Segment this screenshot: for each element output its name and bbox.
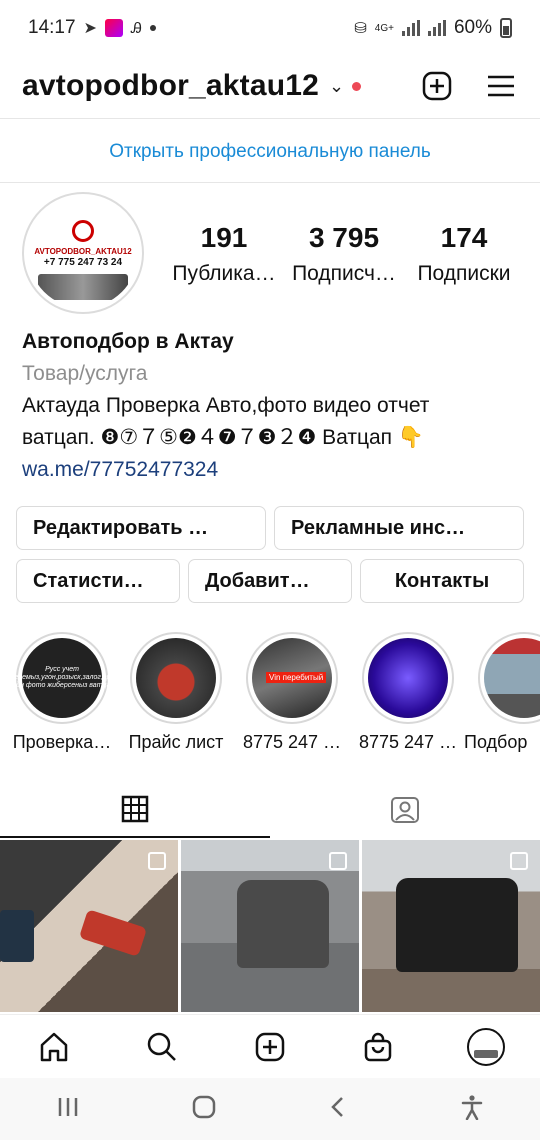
- bio-link[interactable]: wa.me/77752477324: [22, 454, 522, 486]
- post-image-suv: [396, 878, 518, 972]
- home-button-icon[interactable]: [192, 1095, 216, 1124]
- stat-posts-label: Публика…: [172, 262, 276, 285]
- professional-dashboard-link[interactable]: Открыть профессиональную панель: [0, 128, 540, 176]
- story-highlight[interactable]: Vin перебитый 8775 247 …: [243, 632, 341, 752]
- highlight-cover: [484, 638, 540, 718]
- stat-following-count: 174: [440, 222, 488, 253]
- post-image-gauge: [78, 909, 148, 957]
- header-divider: [0, 118, 540, 119]
- highlight-cover: [136, 638, 216, 718]
- bio-line-1: Актауда Проверка Авто,фото видео отчет: [22, 394, 430, 417]
- lock-icon: ⛁: [354, 20, 367, 37]
- bio-category[interactable]: Товар/услуга: [22, 358, 522, 390]
- stat-posts[interactable]: 191 Публика…: [164, 222, 284, 286]
- stat-followers[interactable]: 3 795 Подписч…: [284, 222, 404, 286]
- carousel-icon: [329, 852, 347, 870]
- stat-posts-count: 191: [200, 222, 248, 253]
- active-tab-indicator: [0, 836, 270, 838]
- profile-stats: 191 Публика… 3 795 Подписч… 174 Подписки: [164, 222, 524, 286]
- battery-icon: [500, 18, 512, 38]
- avatar-line-2: +7 775 247 73 24: [43, 257, 123, 268]
- download-app-icon: [104, 19, 123, 37]
- post-thumbnail[interactable]: [181, 840, 359, 1012]
- status-bar: 14:17 ➤ Ꭿ ⛁ 4G+ 60%: [0, 0, 540, 56]
- carousel-icon: [148, 852, 166, 870]
- system-navigation-bar: [0, 1078, 540, 1140]
- avatar-cars-image: [38, 274, 128, 300]
- stat-followers-label: Подписч…: [292, 262, 396, 285]
- network-type: 4G+: [374, 22, 394, 34]
- back-icon[interactable]: [328, 1095, 348, 1124]
- signal-icon-2: [427, 20, 446, 36]
- accessibility-icon[interactable]: [460, 1094, 484, 1125]
- post-image-car: [237, 880, 329, 968]
- bio-name: Автоподбор в Актау: [22, 330, 234, 353]
- story-highlight[interactable]: Прайс лист: [129, 632, 223, 752]
- post-thumbnail[interactable]: [0, 840, 178, 1012]
- battery-percent: 60%: [453, 17, 492, 38]
- avatar-caption: AVTOPODBOR_AKTAU12 +7 775 247 73 24: [28, 246, 138, 268]
- story-highlight[interactable]: 8775 247 …: [359, 632, 457, 752]
- post-image-device: [0, 910, 34, 962]
- profile-avatar[interactable]: AVTOPODBOR_AKTAU12 +7 775 247 73 24: [22, 192, 144, 314]
- profile-header: avtopodbor_aktau12 ⌄: [0, 56, 540, 116]
- contacts-button[interactable]: Контакты: [360, 559, 524, 603]
- hamburger-menu-icon[interactable]: [484, 69, 518, 103]
- highlight-cover-caption: Vin перебитый: [266, 672, 327, 683]
- stat-following[interactable]: 174 Подписки: [404, 222, 524, 286]
- carousel-icon: [510, 852, 528, 870]
- bottom-navigation: [0, 1014, 540, 1078]
- bio-line-2: ватцап. ❽⑦７⑤❷４❼７❸２❹ Ватцап 👇: [22, 426, 425, 449]
- insights-button[interactable]: Статисти…: [16, 559, 180, 603]
- search-icon[interactable]: [140, 1025, 184, 1069]
- highlight-cover: [368, 638, 448, 718]
- app-notification-icon: Ꭿ: [130, 19, 142, 37]
- tab-posts-grid[interactable]: [0, 780, 270, 838]
- highlight-cover: Vin перебитый: [252, 638, 332, 718]
- grid-icon: [121, 795, 149, 823]
- recent-apps-icon[interactable]: [56, 1096, 80, 1123]
- ad-tools-button[interactable]: Рекламные инс…: [274, 506, 524, 550]
- chevron-down-icon[interactable]: ⌄: [329, 76, 344, 97]
- post-thumbnail[interactable]: [362, 840, 540, 1012]
- story-highlight[interactable]: Русс учет гексеремыз,угон,розыск,залог,а…: [0, 632, 124, 752]
- home-icon[interactable]: [32, 1025, 76, 1069]
- profile-bio: Автоподбор в Актау Товар/услуга Актауда …: [22, 326, 522, 486]
- tagged-person-icon: [391, 797, 419, 823]
- story-highlight[interactable]: Подбор: [464, 632, 540, 752]
- status-time: 14:17: [28, 17, 76, 38]
- profile-avatar-icon[interactable]: [464, 1025, 508, 1069]
- tab-tagged[interactable]: [270, 780, 540, 838]
- stat-followers-count: 3 795: [308, 222, 380, 253]
- avatar-line-1: AVTOPODBOR_AKTAU12: [34, 247, 132, 256]
- signal-icon: [401, 20, 420, 36]
- highlight-cover: Русс учет гексеремыз,угон,розыск,залог,а…: [0, 638, 124, 718]
- highlight-label: Подбор: [464, 732, 528, 752]
- telegram-icon: ➤: [83, 20, 97, 37]
- username[interactable]: avtopodbor_aktau12: [22, 69, 319, 103]
- more-notifications-icon: [149, 25, 156, 31]
- avatar-logo-icon: [72, 220, 94, 242]
- add-shop-button[interactable]: Добавит…: [188, 559, 352, 603]
- highlight-label: 8775 247 …: [358, 732, 458, 752]
- edit-profile-button[interactable]: Редактировать …: [16, 506, 266, 550]
- pro-panel-divider: [0, 182, 540, 183]
- shop-icon[interactable]: [356, 1025, 400, 1069]
- notification-dot: [352, 81, 362, 91]
- plus-square-icon[interactable]: [420, 69, 454, 103]
- create-icon[interactable]: [248, 1025, 292, 1069]
- stat-following-label: Подписки: [417, 262, 511, 285]
